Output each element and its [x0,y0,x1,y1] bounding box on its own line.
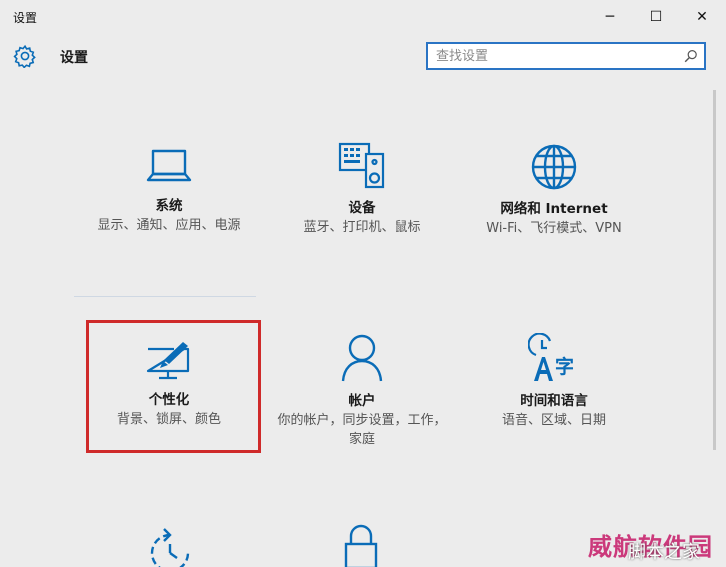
tile-accounts[interactable]: 帐户 你的帐户，同步设置，工作，家庭 [272,333,452,449]
update-security-icon[interactable] [144,527,196,567]
tile-accounts-label: 帐户 [348,393,376,409]
gear-icon [13,44,36,68]
tile-accounts-desc: 你的帐户，同步设置，工作，家庭 [277,413,447,447]
tile-network-label: 网络和 Internet [500,201,608,217]
minimize-button[interactable]: ─ [587,4,633,30]
close-icon: ✕ [696,9,708,25]
lock-icon[interactable] [341,522,381,567]
close-button[interactable]: ✕ [679,4,725,30]
tile-time-language-desc: 语音、区域、日期 [501,413,606,428]
svg-text:字: 字 [555,355,574,378]
tile-time-language-label: 时间和语言 [520,393,588,409]
group-divider [74,296,256,297]
maximize-icon: ☐ [649,9,663,25]
scrollbar-thumb[interactable] [713,90,716,450]
tile-system-label: 系统 [155,198,183,214]
search-input[interactable] [428,44,686,68]
search-icon[interactable] [684,49,698,63]
title-bar: 设置 ─ ☐ ✕ [0,0,726,34]
tile-network[interactable]: 网络和 Internet Wi-Fi、飞行模式、VPN [464,143,644,238]
maximize-button[interactable]: ☐ [633,4,679,30]
search-box[interactable] [426,42,706,70]
watermark-sub: 脚本之家 [628,542,700,563]
globe-icon [531,144,577,190]
tile-devices-desc: 蓝牙、打印机、鼠标 [303,220,421,235]
time-language-icon: 字 [528,333,574,381]
tile-time-language[interactable]: 字 时间和语言 语音、区域、日期 [464,333,644,430]
page-title: 设置 [60,50,88,66]
devices-icon [338,142,385,189]
tile-system[interactable]: 系统 显示、通知、应用、电源 [79,146,259,235]
window-title: 设置 [13,11,38,25]
minimize-icon: ─ [605,9,615,25]
tile-system-desc: 显示、通知、应用、电源 [97,218,241,233]
person-icon [341,334,383,382]
highlight-box [86,320,261,453]
tile-devices[interactable]: 设备 蓝牙、打印机、鼠标 [272,140,452,237]
laptop-icon [146,149,192,182]
tile-network-desc: Wi-Fi、飞行模式、VPN [486,221,622,236]
tile-devices-label: 设备 [348,200,376,216]
